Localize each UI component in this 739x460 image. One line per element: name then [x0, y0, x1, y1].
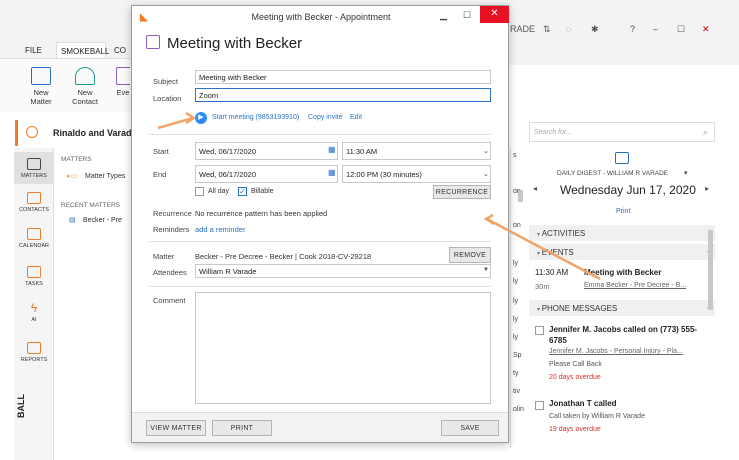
- arrow-from-event: [486, 217, 601, 281]
- annotation-arrows: [157, 111, 601, 281]
